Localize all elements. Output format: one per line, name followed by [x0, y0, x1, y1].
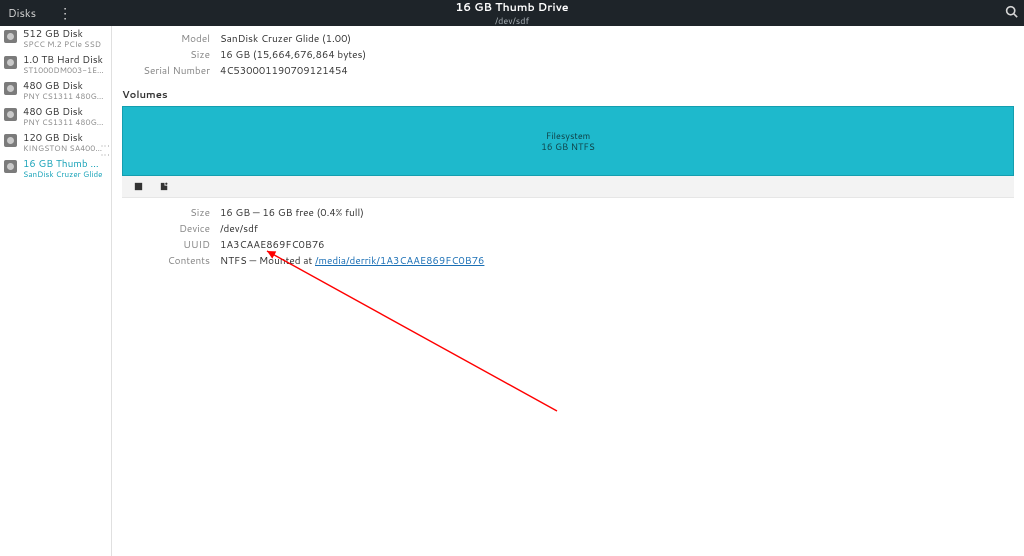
- disk-model: PNY CS1311 480GB SSD: [23, 118, 105, 127]
- sidebar-item-disk[interactable]: 480 GB DiskPNY CS1311 480GB SSD: [0, 104, 111, 130]
- disk-name: 480 GB Disk: [23, 107, 105, 118]
- value-pcontents: NTFS — Mounted at /media/derrik/1A3CAAE8…: [220, 254, 484, 268]
- value-serial: 4C530001190709121454: [220, 64, 348, 78]
- value-size: 16 GB (15,664,676,864 bytes): [220, 48, 366, 62]
- disk-name: 480 GB Disk: [23, 81, 105, 92]
- disk-icon: [4, 30, 17, 43]
- label-size: Size: [122, 48, 210, 62]
- mount-point-link[interactable]: /media/derrik/1A3CAAE869FC0B76: [315, 254, 484, 268]
- sidebar-item-disk[interactable]: 120 GB DiskKINGSTON SA400S37120G: [0, 130, 111, 156]
- disk-model: SPCC M.2 PCIe SSD: [23, 40, 101, 49]
- disk-model: KINGSTON SA400S37120G: [23, 144, 105, 153]
- main-panel: Model SanDisk Cruzer Glide (1.00) Size 1…: [112, 26, 1024, 556]
- disk-list: 512 GB DiskSPCC M.2 PCIe SSD 1.0 TB Hard…: [0, 26, 112, 556]
- value-model: SanDisk Cruzer Glide (1.00): [220, 32, 351, 46]
- sidebar-item-disk[interactable]: 512 GB DiskSPCC M.2 PCIe SSD: [0, 26, 111, 52]
- window-title: 16 GB Thumb Drive: [455, 0, 568, 15]
- disk-name: 120 GB Disk: [23, 133, 105, 144]
- volume-caption: Filesystem 16 GB NTFS: [541, 130, 595, 152]
- label-puuid: UUID: [122, 238, 210, 252]
- disk-name: 512 GB Disk: [23, 29, 101, 40]
- app-name: Disks: [8, 5, 36, 21]
- disk-icon: [4, 160, 17, 173]
- value-pdevice: /dev/sdf: [220, 222, 258, 236]
- search-icon[interactable]: [1005, 5, 1018, 22]
- value-puuid: 1A3CAAE869FC0B76: [220, 238, 325, 252]
- sidebar-item-disk[interactable]: 16 GB Thumb DriveSanDisk Cruzer Glide: [0, 156, 111, 182]
- volume-toolbar: [122, 176, 1014, 198]
- label-serial: Serial Number: [122, 64, 210, 78]
- volumes-header: Volumes: [122, 88, 1014, 102]
- label-model: Model: [122, 32, 210, 46]
- volume-partition[interactable]: Filesystem 16 GB NTFS: [122, 106, 1014, 176]
- volume-fs-size: 16 GB NTFS: [541, 141, 595, 152]
- app-menu-button[interactable]: ⋮: [58, 3, 72, 23]
- pane-resize-handle[interactable]: ⋮⋮: [100, 142, 113, 160]
- sidebar-item-disk[interactable]: 480 GB DiskPNY CS1311 480GB SSD: [0, 78, 111, 104]
- annotation-arrow: [257, 246, 577, 426]
- disk-icon: [4, 108, 17, 121]
- unmount-button[interactable]: [132, 181, 144, 193]
- disk-icon: [4, 134, 17, 147]
- label-psize: Size: [122, 206, 210, 220]
- label-pcontents: Contents: [122, 254, 210, 268]
- disk-icon: [4, 82, 17, 95]
- label-pdevice: Device: [122, 222, 210, 236]
- sidebar-item-disk[interactable]: 1.0 TB Hard DiskST1000DM003-1ER162: [0, 52, 111, 78]
- disk-name: 16 GB Thumb Drive: [23, 159, 105, 170]
- disk-model: ST1000DM003-1ER162: [23, 66, 105, 75]
- disk-name: 1.0 TB Hard Disk: [23, 55, 105, 66]
- volume-settings-button[interactable]: [158, 181, 170, 193]
- titlebar: Disks ⋮ 16 GB Thumb Drive /dev/sdf: [0, 0, 1024, 26]
- value-psize: 16 GB — 16 GB free (0.4% full): [220, 206, 364, 220]
- disk-model: SanDisk Cruzer Glide: [23, 170, 105, 179]
- disk-model: PNY CS1311 480GB SSD: [23, 92, 105, 101]
- disk-icon: [4, 56, 17, 69]
- contents-text: NTFS — Mounted at: [220, 254, 315, 268]
